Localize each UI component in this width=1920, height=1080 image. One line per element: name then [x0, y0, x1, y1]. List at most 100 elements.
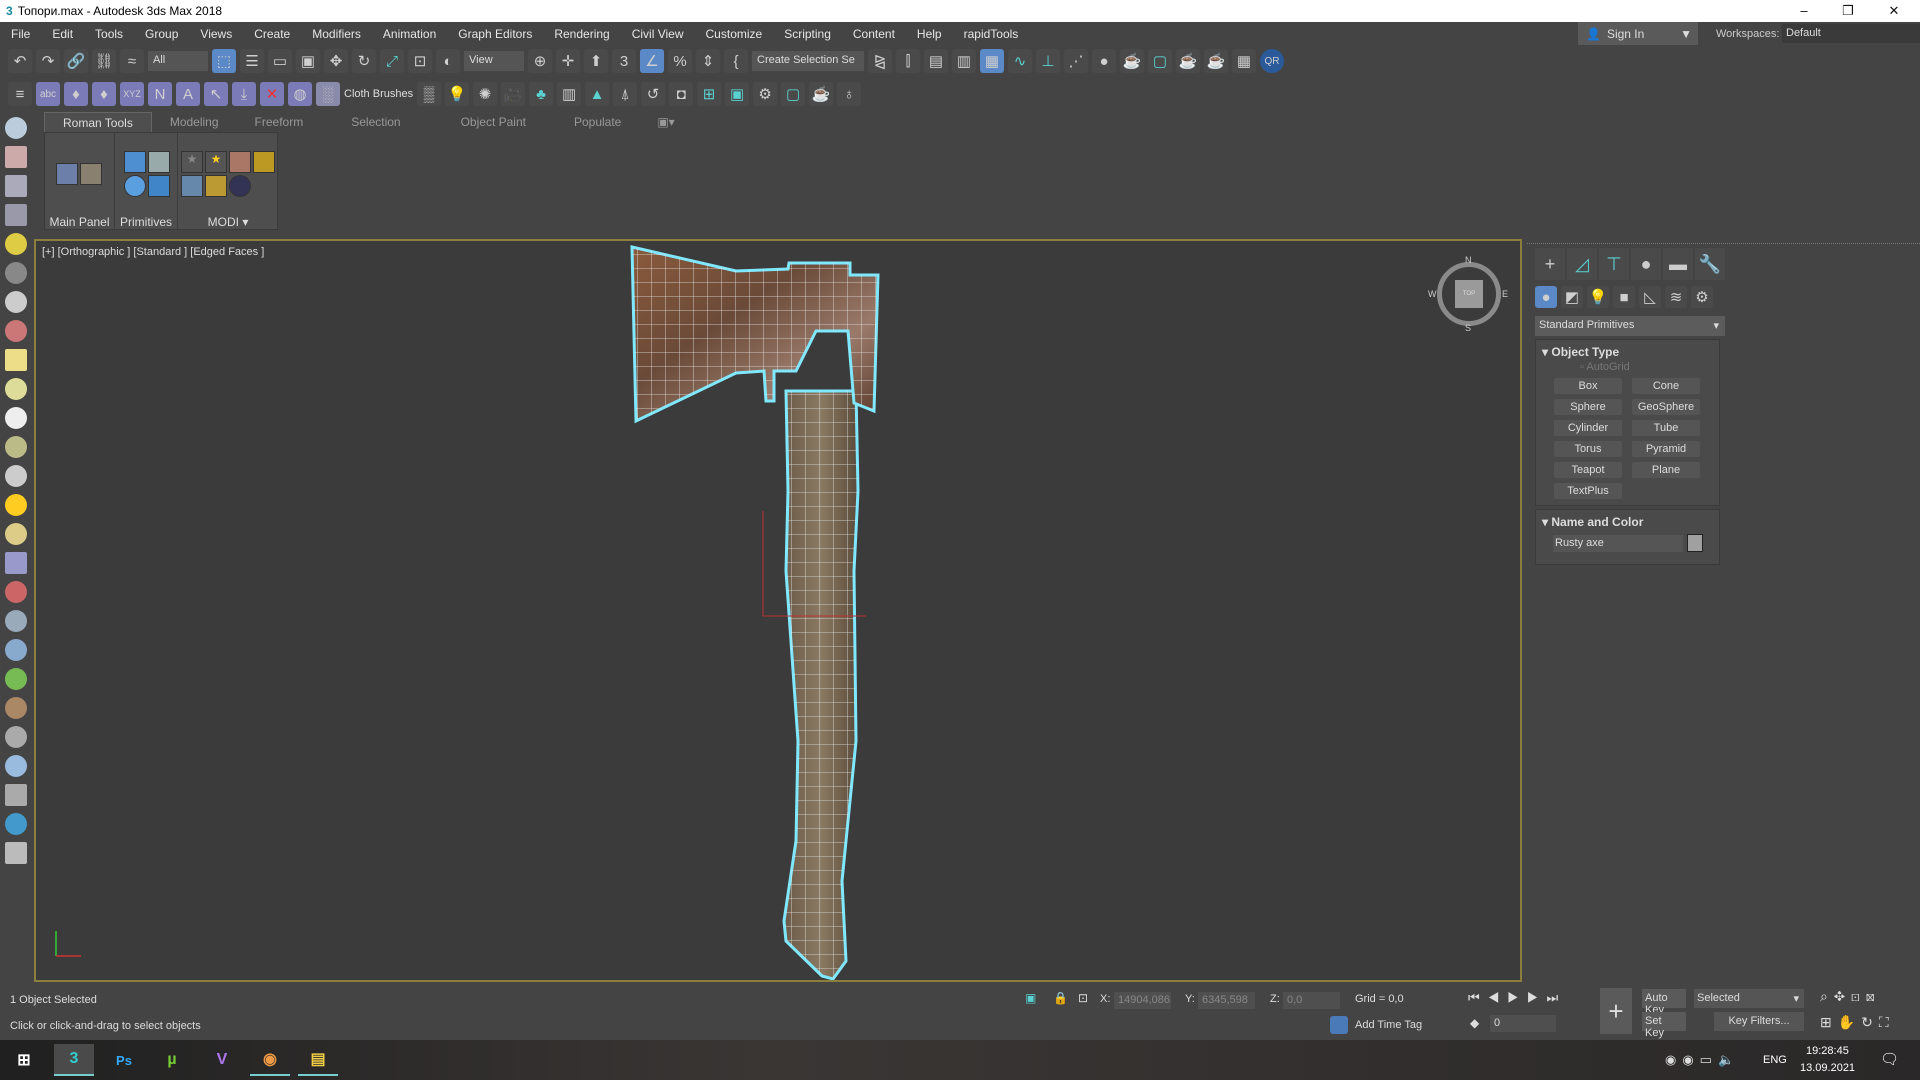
- cloth-icon[interactable]: ░: [316, 82, 340, 106]
- helpers-icon[interactable]: ◺: [1639, 286, 1661, 308]
- hemisphere-icon[interactable]: [5, 378, 27, 400]
- hair-icon[interactable]: [5, 697, 27, 719]
- cone-button[interactable]: Cone: [1632, 378, 1700, 394]
- windows-start-icon[interactable]: ⊞: [4, 1044, 44, 1076]
- teapot-button[interactable]: Teapot: [1554, 462, 1622, 478]
- doc-icon[interactable]: [5, 842, 27, 864]
- helper-icon[interactable]: [5, 262, 27, 284]
- panel-icon[interactable]: ▣: [725, 82, 750, 106]
- clock-date[interactable]: 13.09.2021: [1800, 1062, 1855, 1074]
- camera-icon[interactable]: 🎥: [501, 82, 526, 106]
- object-color-swatch[interactable]: [1687, 534, 1703, 552]
- tab-selection[interactable]: Selection: [321, 112, 430, 132]
- set-key-button[interactable]: Set Key: [1642, 1012, 1686, 1039]
- bottle-icon[interactable]: ⍋: [613, 82, 638, 106]
- shape-icon[interactable]: ◘: [669, 82, 694, 106]
- map-icon[interactable]: [5, 813, 27, 835]
- cloth-brushes-label[interactable]: Cloth Brushes: [344, 88, 413, 100]
- create-tab-plus-icon[interactable]: +: [1535, 248, 1565, 280]
- torus-button[interactable]: Torus: [1554, 441, 1622, 457]
- current-frame-spinner[interactable]: 0: [1490, 1015, 1556, 1032]
- tray-icons[interactable]: ◉◉▭🔈: [1665, 1052, 1740, 1068]
- link-icon[interactable]: 🔗: [64, 49, 88, 73]
- cone-icon[interactable]: [5, 465, 27, 487]
- menu-create[interactable]: Create: [243, 27, 301, 41]
- light-bulb-icon[interactable]: [5, 233, 27, 255]
- tab-roman-tools[interactable]: Roman Tools: [44, 112, 152, 132]
- sun-tool-icon[interactable]: [5, 494, 27, 516]
- lights-icon[interactable]: 💡: [1587, 286, 1609, 308]
- tab-freeform[interactable]: Freeform: [237, 112, 322, 132]
- rename-icon[interactable]: abc: [36, 82, 60, 106]
- menu-modifiers[interactable]: Modifiers: [301, 27, 372, 41]
- book-icon[interactable]: ▥: [557, 82, 582, 106]
- tab-modeling[interactable]: Modeling: [152, 112, 237, 132]
- key-mode-icon[interactable]: ◆: [1470, 1016, 1479, 1030]
- scene-explorer-icon[interactable]: ≡: [8, 82, 32, 106]
- utilities-wrench-icon[interactable]: 🔧: [1695, 248, 1725, 280]
- normals-icon[interactable]: N: [148, 82, 172, 106]
- shield-icon[interactable]: [253, 151, 275, 173]
- script-tool-icon[interactable]: ♦: [64, 82, 88, 106]
- percent-snap-icon[interactable]: %: [668, 49, 692, 73]
- menu-scripting[interactable]: Scripting: [773, 27, 842, 41]
- edit-named-sets-icon[interactable]: {: [724, 49, 748, 73]
- systems-icon[interactable]: ⚙: [1691, 286, 1713, 308]
- minimize-button[interactable]: –: [1782, 0, 1826, 22]
- rendered-frame-icon[interactable]: ▢: [1148, 49, 1172, 73]
- tube-button[interactable]: Tube: [1632, 420, 1700, 436]
- xyz-icon[interactable]: XYZ: [120, 82, 144, 106]
- main-panel-icon[interactable]: [56, 163, 78, 185]
- menu-content[interactable]: Content: [842, 27, 906, 41]
- object-name-input[interactable]: Rusty axe: [1553, 535, 1683, 552]
- category-dropdown[interactable]: Standard Primitives ▾: [1535, 316, 1725, 336]
- box-button[interactable]: Box: [1554, 378, 1622, 394]
- taskbar-utorrent[interactable]: µ: [152, 1044, 192, 1076]
- shell-tool-icon[interactable]: [5, 726, 27, 748]
- box-primitive-icon[interactable]: [124, 151, 146, 173]
- ribbon-toggle-icon[interactable]: ▦: [980, 49, 1004, 73]
- dope-sheet-icon[interactable]: ⊥: [1036, 49, 1060, 73]
- group-label[interactable]: Primitives: [115, 215, 177, 229]
- viewcube[interactable]: TOP N S E W: [1428, 255, 1508, 333]
- box-tool-icon[interactable]: [5, 349, 27, 371]
- menu-graph-editors[interactable]: Graph Editors: [447, 27, 543, 41]
- playback-controls[interactable]: ⏮◀▶▶⏭: [1468, 990, 1566, 1006]
- layers-icon[interactable]: ▥: [952, 49, 976, 73]
- key-mode-dropdown[interactable]: Selected ▾: [1694, 989, 1804, 1008]
- spacewarps-icon[interactable]: ≋: [1665, 286, 1687, 308]
- group-label[interactable]: Main Panel: [45, 215, 114, 229]
- material-editor-icon[interactable]: ●: [1092, 49, 1116, 73]
- grid-icon[interactable]: ⊞: [697, 82, 722, 106]
- reference-coord-dropdown[interactable]: View: [464, 51, 524, 71]
- rotate-tool-icon[interactable]: [5, 291, 27, 313]
- loop-icon[interactable]: ↺: [641, 82, 666, 106]
- window-crossing-icon[interactable]: ▣: [296, 49, 320, 73]
- pivot-icon[interactable]: ⊕: [528, 49, 552, 73]
- camera-tool-icon[interactable]: [5, 320, 27, 342]
- bind-spacewarp-icon[interactable]: ≈: [120, 49, 144, 73]
- viewcube-top-face[interactable]: TOP: [1455, 280, 1483, 308]
- menu-rendering[interactable]: Rendering: [543, 27, 620, 41]
- place-icon[interactable]: ⊡: [408, 49, 432, 73]
- taskbar-photoshop[interactable]: Ps: [104, 1044, 144, 1076]
- material-tool-icon[interactable]: ◍: [288, 82, 312, 106]
- workspace-dropdown[interactable]: Default: [1782, 24, 1920, 43]
- notifications-icon[interactable]: 🗨: [1880, 1050, 1899, 1068]
- shard-icon[interactable]: [181, 175, 203, 197]
- menu-customize[interactable]: Customize: [695, 27, 774, 41]
- script-tool-2-icon[interactable]: ♦: [92, 82, 116, 106]
- geosphere-button[interactable]: GeoSphere: [1632, 399, 1700, 415]
- gear-cluster-icon[interactable]: ⚙: [753, 82, 778, 106]
- layer-explorer-icon[interactable]: ▤: [924, 49, 948, 73]
- hierarchy-tab-icon[interactable]: ⊤: [1599, 248, 1629, 280]
- shell-icon[interactable]: [5, 436, 27, 458]
- render-icon[interactable]: ☕: [1176, 49, 1200, 73]
- schematic-view-icon[interactable]: ⋰: [1064, 49, 1088, 73]
- x-coordinate-field[interactable]: 14904,086: [1114, 992, 1171, 1009]
- sign-in-button[interactable]: 👤 Sign In ▼: [1578, 22, 1698, 45]
- globe-tool-icon[interactable]: [5, 639, 27, 661]
- tree-icon[interactable]: ♣: [529, 82, 554, 106]
- list-icon[interactable]: [5, 175, 27, 197]
- curve-editor-icon[interactable]: ∿: [1008, 49, 1032, 73]
